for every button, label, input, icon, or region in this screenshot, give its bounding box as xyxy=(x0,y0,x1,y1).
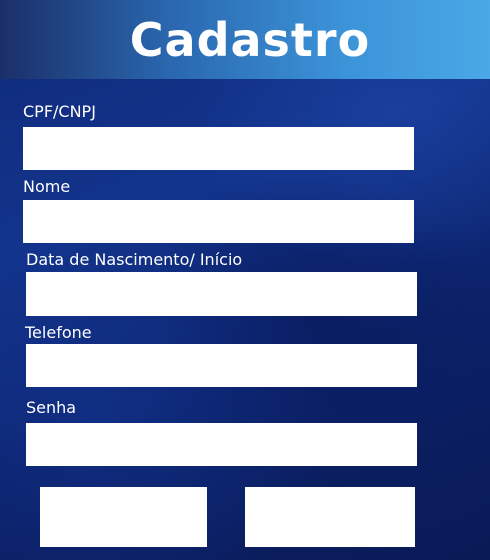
right-action-button[interactable] xyxy=(245,487,415,547)
senha-label: Senha xyxy=(26,398,77,417)
left-action-button[interactable] xyxy=(40,487,207,547)
senha-input[interactable] xyxy=(26,423,417,466)
nome-input[interactable] xyxy=(23,200,414,243)
cpf-cnpj-input[interactable] xyxy=(23,127,414,170)
data-nascimento-label: Data de Nascimento/ Início xyxy=(26,250,243,269)
cpf-cnpj-label: CPF/CNPJ xyxy=(23,102,96,121)
page-title: Cadastro xyxy=(129,12,371,67)
telefone-input[interactable] xyxy=(26,344,417,387)
data-nascimento-input[interactable] xyxy=(26,272,417,316)
nome-label: Nome xyxy=(23,177,71,196)
telefone-label: Telefone xyxy=(25,323,92,342)
header-bar: Cadastro xyxy=(0,0,490,79)
